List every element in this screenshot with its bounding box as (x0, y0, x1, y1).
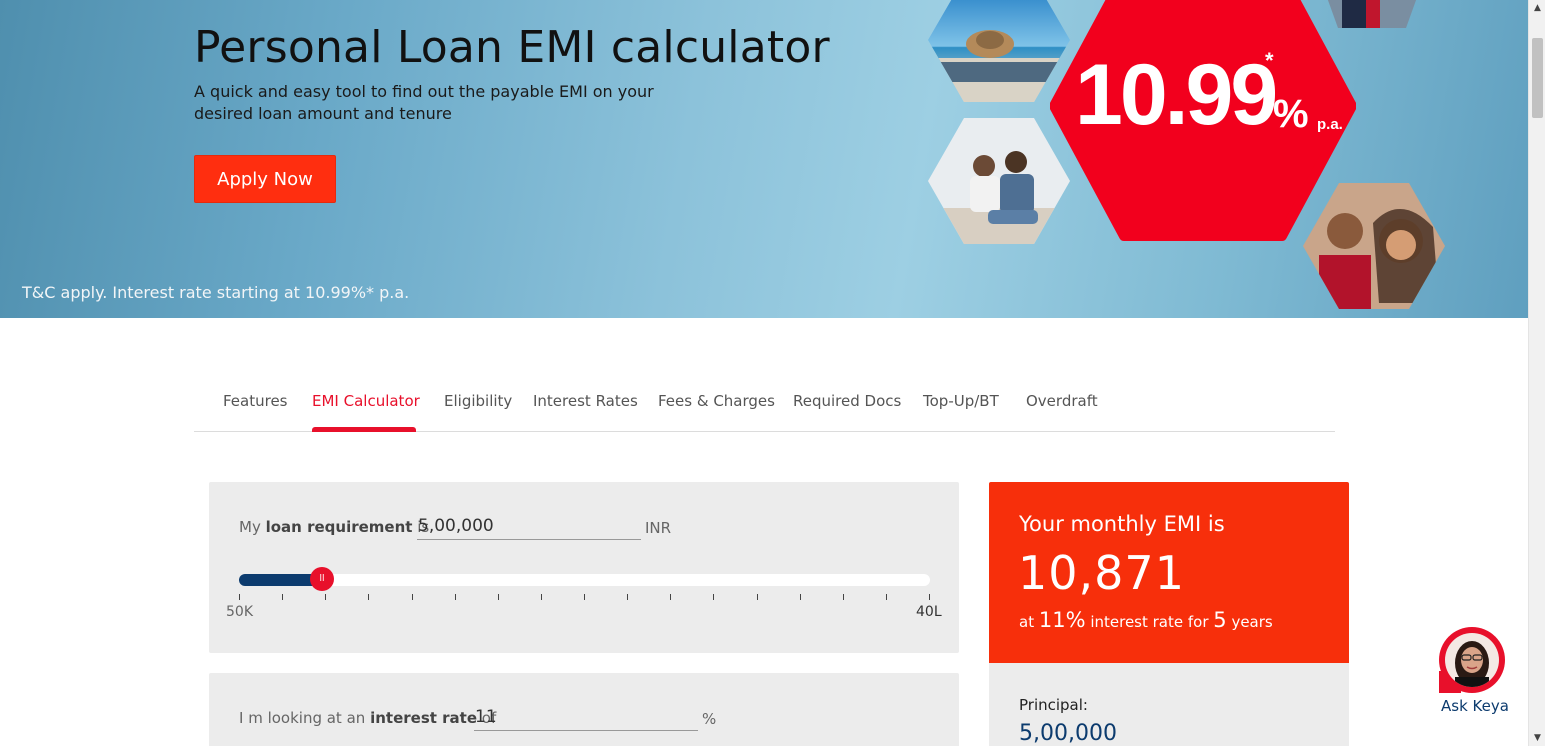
slider-tick (282, 594, 283, 600)
principal-label: Principal: (1019, 696, 1088, 714)
loan-label-prefix: My (239, 518, 261, 536)
ask-keya-chat-button[interactable]: Ask Keya (1437, 627, 1509, 719)
emi-result-value: 10,871 (1018, 546, 1185, 600)
slider-tick (627, 594, 628, 600)
loan-label-bold: loan requirement (265, 518, 413, 536)
slider-tick (412, 594, 413, 600)
rate-offer: 10.99 * % p.a. (1075, 48, 1343, 138)
slider-tick (498, 594, 499, 600)
loan-scale-min: 50K (226, 604, 253, 620)
loan-amount-slider[interactable]: ll (239, 567, 930, 591)
emi-result-panel: Your monthly EMI is 10,871 at 11% intere… (989, 482, 1349, 663)
interest-rate-input[interactable] (474, 703, 698, 731)
interest-label-prefix: I m looking at an (239, 709, 366, 727)
slider-tick (800, 594, 801, 600)
page-scrollbar[interactable]: ▲ ▼ (1528, 0, 1545, 746)
scrollbar-thumb[interactable] (1532, 38, 1543, 118)
result-at: at (1019, 613, 1035, 631)
slider-tick (584, 594, 585, 600)
rate-percent-sign: % (1273, 92, 1309, 136)
loan-amount-card: My loan requirement is INR ll 50K 40L (209, 482, 959, 653)
couple-photo-hex (928, 118, 1070, 244)
result-years: 5 (1213, 608, 1227, 632)
tab-required-docs[interactable]: Required Docs (793, 392, 901, 410)
ask-keya-label: Ask Keya (1441, 697, 1509, 715)
interest-rate-unit: % (702, 710, 717, 728)
interest-label-bold: interest rate (370, 709, 477, 727)
slider-tick (670, 594, 671, 600)
slider-tick (541, 594, 542, 600)
result-mid: interest rate for (1090, 613, 1209, 631)
rate-value: 10.99 (1075, 47, 1278, 143)
tab-emi-calculator[interactable]: EMI Calculator (312, 392, 420, 410)
tab-top-up-bt[interactable]: Top-Up/BT (923, 392, 999, 410)
slider-tick (757, 594, 758, 600)
loan-amount-unit: INR (645, 519, 672, 537)
section-tabs: Features EMI Calculator Eligibility Inte… (194, 380, 1335, 432)
tab-interest-rates[interactable]: Interest Rates (533, 392, 638, 410)
interest-rate-label: I m looking at an interest rate of (239, 709, 496, 727)
loan-amount-input[interactable] (417, 512, 641, 540)
apply-now-button[interactable]: Apply Now (194, 155, 336, 203)
tab-eligibility[interactable]: Eligibility (444, 392, 512, 410)
keya-avatar-photo (1445, 633, 1499, 687)
terms-note: T&C apply. Interest rate starting at 10.… (22, 283, 410, 302)
beach-photo-hex (928, 0, 1070, 102)
loan-slider-ticks (239, 594, 930, 602)
rate-asterisk: * (1265, 48, 1274, 73)
loan-slider-handle[interactable]: ll (310, 567, 334, 591)
loan-scale-max: 40L (916, 604, 942, 620)
interest-rate-card: I m looking at an interest rate of % (209, 673, 959, 746)
emi-result-title: Your monthly EMI is (1019, 512, 1225, 536)
keya-avatar (1439, 627, 1505, 693)
loan-requirement-label: My loan requirement is (239, 518, 429, 536)
tab-overdraft[interactable]: Overdraft (1026, 392, 1098, 410)
page-title: Personal Loan EMI calculator (194, 22, 830, 73)
emi-result-description: at 11% interest rate for 5 years (1019, 608, 1273, 632)
slider-tick (713, 594, 714, 600)
slider-tick (368, 594, 369, 600)
slider-tick (929, 594, 930, 600)
slider-tick (239, 594, 240, 600)
tab-fees-charges[interactable]: Fees & Charges (658, 392, 775, 410)
result-end: years (1231, 613, 1273, 631)
active-tab-indicator (312, 427, 416, 432)
principal-value: 5,00,000 (1019, 721, 1117, 746)
assistant-avatar-icon (1455, 641, 1489, 687)
scroll-down-arrow-icon[interactable]: ▼ (1529, 732, 1545, 744)
hero-banner: Personal Loan EMI calculator A quick and… (0, 0, 1528, 318)
slider-tick (843, 594, 844, 600)
hero-subtitle: A quick and easy tool to find out the pa… (194, 82, 654, 123)
scroll-up-arrow-icon[interactable]: ▲ (1529, 2, 1545, 14)
slider-tick (325, 594, 326, 600)
principal-panel: Principal: 5,00,000 (989, 663, 1349, 746)
rate-per-annum: p.a. (1317, 116, 1343, 133)
slider-tick (886, 594, 887, 600)
slider-tick (455, 594, 456, 600)
tab-features[interactable]: Features (223, 392, 288, 410)
result-rate: 11% (1038, 608, 1086, 632)
page: Personal Loan EMI calculator A quick and… (0, 0, 1545, 746)
